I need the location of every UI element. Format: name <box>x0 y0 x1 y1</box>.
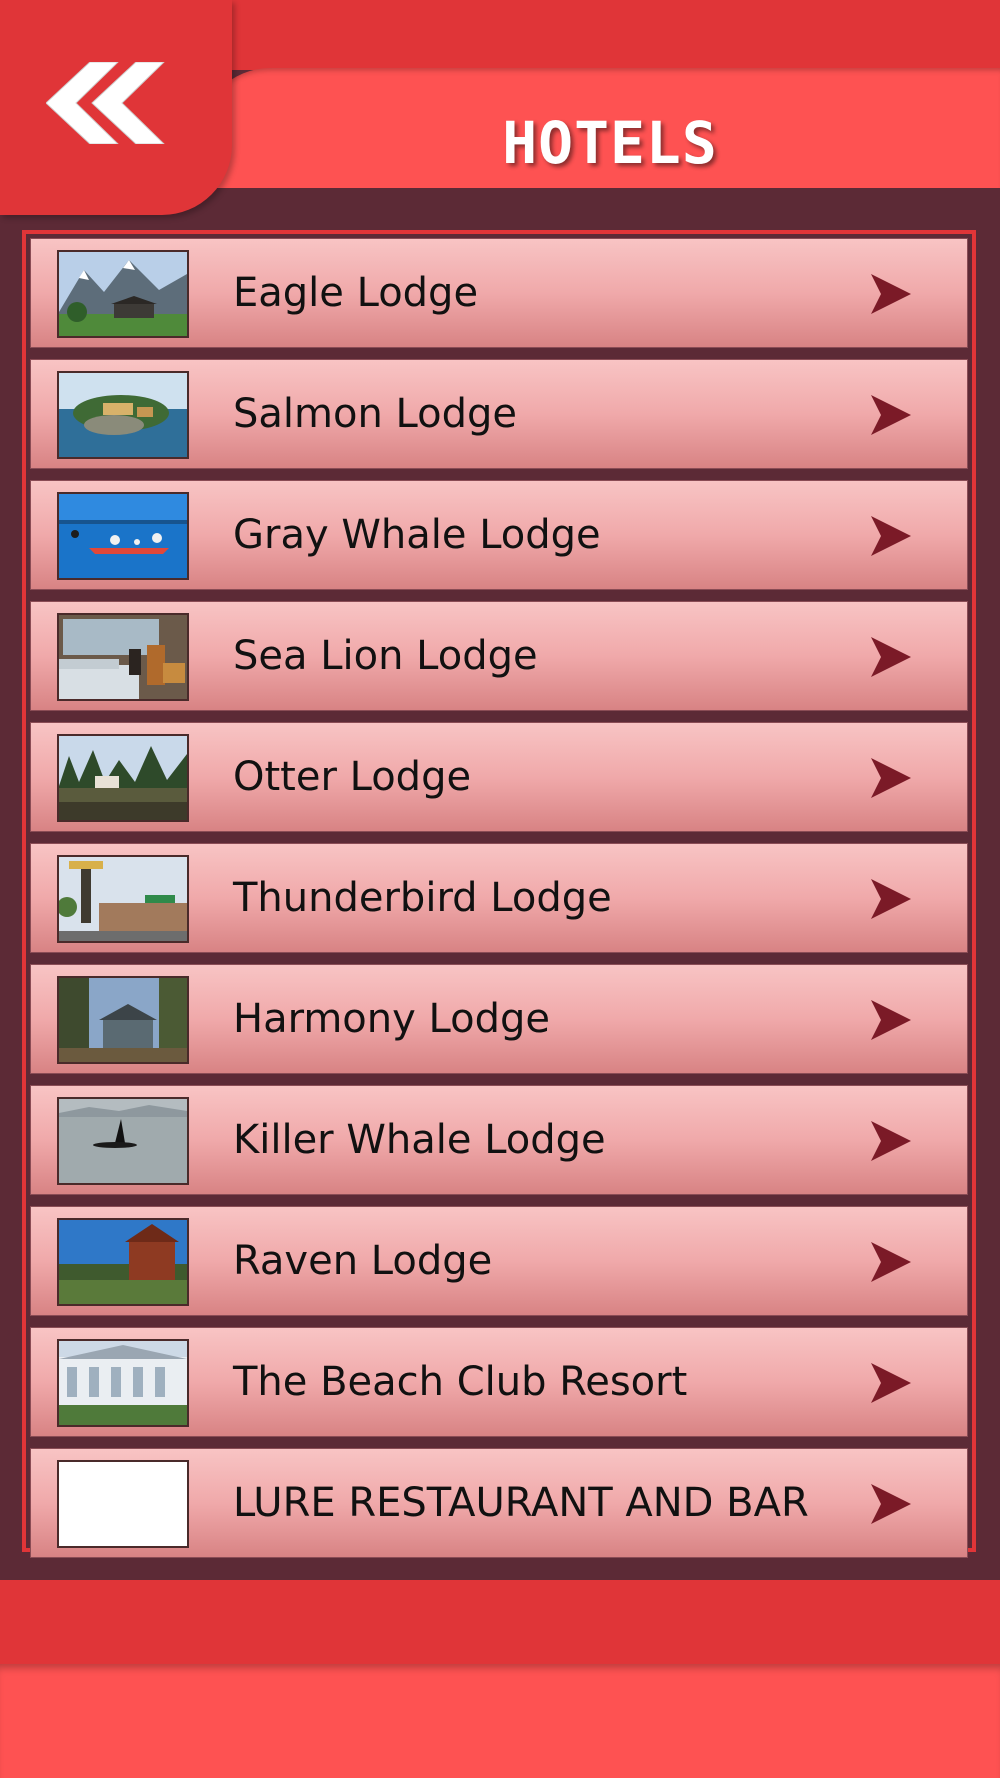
chevron-right-icon <box>871 1363 911 1403</box>
list-item-label: Eagle Lodge <box>233 270 479 316</box>
chevron-right-icon <box>871 274 911 314</box>
chevron-right-icon <box>871 1242 911 1282</box>
list-item-gray-whale-lodge[interactable]: Gray Whale Lodge <box>30 480 968 590</box>
double-chevron-left-icon <box>46 62 165 144</box>
chevron-right-icon <box>871 637 911 677</box>
list-item-sea-lion-lodge[interactable]: Sea Lion Lodge <box>30 601 968 711</box>
chevron-right-icon <box>871 879 911 919</box>
footer-bar <box>0 1664 1000 1778</box>
list-item-label: LURE RESTAURANT AND BAR <box>233 1480 809 1526</box>
chevron-right-icon <box>871 1484 911 1524</box>
thumbnail-image <box>57 250 189 338</box>
thumbnail-image <box>57 855 189 943</box>
page-title: HOTELS <box>502 109 718 177</box>
list-item-raven-lodge[interactable]: Raven Lodge <box>30 1206 968 1316</box>
thumbnail-image <box>57 613 189 701</box>
back-button[interactable] <box>0 0 232 215</box>
list-item-label: Harmony Lodge <box>233 996 550 1042</box>
list-item-the-beach-club-resort[interactable]: The Beach Club Resort <box>30 1327 968 1437</box>
thumbnail-placeholder <box>57 1460 189 1548</box>
list-item-lure-restaurant-and-bar[interactable]: LURE RESTAURANT AND BAR <box>30 1448 968 1558</box>
list-item-killer-whale-lodge[interactable]: Killer Whale Lodge <box>30 1085 968 1195</box>
thumbnail-image <box>57 1097 189 1185</box>
list-item-label: Thunderbird Lodge <box>233 875 612 921</box>
thumbnail-image <box>57 1339 189 1427</box>
thumbnail-image <box>57 1218 189 1306</box>
list-item-thunderbird-lodge[interactable]: Thunderbird Lodge <box>30 843 968 953</box>
chevron-right-icon <box>871 516 911 556</box>
chevron-right-icon <box>871 1000 911 1040</box>
thumbnail-image <box>57 734 189 822</box>
list-item-salmon-lodge[interactable]: Salmon Lodge <box>30 359 968 469</box>
header-bar: HOTELS <box>0 0 1000 215</box>
list-item-label: The Beach Club Resort <box>233 1359 688 1405</box>
list-item-label: Gray Whale Lodge <box>233 512 601 558</box>
footer-top-strip <box>0 1580 1000 1664</box>
chevron-right-icon <box>871 395 911 435</box>
thumbnail-image <box>57 371 189 459</box>
thumbnail-image <box>57 492 189 580</box>
list-item-eagle-lodge[interactable]: Eagle Lodge <box>30 238 968 348</box>
list-item-label: Sea Lion Lodge <box>233 633 538 679</box>
thumbnail-image <box>57 976 189 1064</box>
chevron-right-icon <box>871 758 911 798</box>
chevron-right-icon <box>871 1121 911 1161</box>
list-item-otter-lodge[interactable]: Otter Lodge <box>30 722 968 832</box>
list-item-label: Raven Lodge <box>233 1238 493 1284</box>
list-item-label: Salmon Lodge <box>233 391 517 437</box>
list-item-label: Killer Whale Lodge <box>233 1117 606 1163</box>
hotel-list: Eagle Lodge Salmon Lodge Gray Whale Lodg… <box>22 230 976 1558</box>
list-item-label: Otter Lodge <box>233 754 472 800</box>
list-item-harmony-lodge[interactable]: Harmony Lodge <box>30 964 968 1074</box>
